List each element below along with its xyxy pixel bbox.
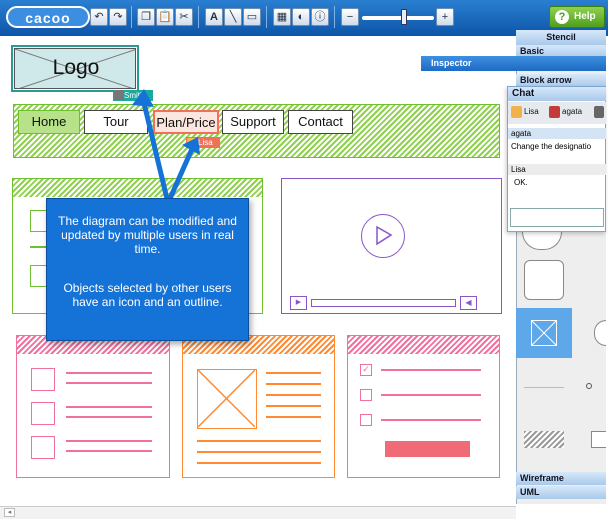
text-line [381, 394, 481, 396]
avatar [549, 106, 560, 118]
text-tool-icon[interactable]: A [205, 8, 223, 26]
image-placeholder [197, 369, 257, 429]
toolbar-separator [198, 6, 199, 28]
nav-tab-home[interactable]: Home [18, 110, 80, 134]
tooltip-text-2: Objects selected by other users have an … [63, 281, 232, 309]
text-line [266, 416, 321, 418]
inspector-title-bar[interactable]: Inspector [421, 56, 606, 71]
toolbar-separator [131, 6, 132, 28]
tooltip-text-1: The diagram can be modified and updated … [58, 214, 237, 256]
image-placeholder-icon [31, 402, 55, 425]
checkbox[interactable] [360, 389, 372, 401]
stencil-shape-rounded-rect[interactable] [524, 260, 564, 300]
stencil-shape-radio[interactable] [586, 383, 592, 389]
logo-label: Logo [52, 56, 100, 79]
checkbox[interactable] [360, 414, 372, 426]
layout-icon[interactable]: ▦ [273, 8, 291, 26]
stencil-category-uml[interactable]: UML [516, 486, 606, 499]
horizontal-scrollbar[interactable] [0, 506, 516, 519]
text-line [381, 419, 481, 421]
info-tooltip: The diagram can be modified and updated … [46, 198, 249, 341]
tooltip-pointer-arrows [132, 89, 200, 205]
text-line [266, 394, 321, 396]
text-line [66, 372, 152, 374]
video-progress-bar[interactable] [311, 299, 456, 307]
cut-icon[interactable]: ✂ [175, 8, 193, 26]
chat-message-text: Change the designatio [511, 142, 592, 151]
copy-icon[interactable]: ❐ [137, 8, 155, 26]
info-icon[interactable]: ⓘ [311, 8, 329, 26]
redo-icon[interactable]: ↷ [109, 8, 127, 26]
image-placeholder-icon [31, 436, 55, 459]
text-line [66, 382, 152, 384]
text-line [266, 405, 321, 407]
zoom-in-icon[interactable]: + [436, 8, 454, 26]
image-tool-icon[interactable]: ▭ [243, 8, 261, 26]
chat-message-author: agata [508, 128, 606, 139]
undo-icon[interactable]: ↶ [90, 8, 108, 26]
paste-icon[interactable]: 📋 [156, 8, 174, 26]
avatar [511, 106, 522, 118]
submit-button[interactable] [385, 441, 470, 457]
toolbar-separator [266, 6, 267, 28]
zoom-slider-handle[interactable] [401, 9, 407, 25]
image-placeholder-icon [31, 368, 55, 391]
play-button[interactable] [361, 214, 405, 258]
text-line [266, 372, 321, 374]
nav-tab-support[interactable]: Support [222, 110, 284, 134]
logo-placeholder[interactable]: Logo [14, 48, 136, 89]
stencil-category-wireframe[interactable]: Wireframe [516, 472, 606, 485]
text-line [266, 383, 321, 385]
chat-message-text: OK. [514, 178, 528, 187]
stencil-shape-partial[interactable] [591, 431, 606, 448]
stencil-title: Stencil [516, 30, 606, 45]
chat-input[interactable] [510, 208, 604, 227]
text-line [66, 450, 152, 452]
help-icon: ? [555, 10, 569, 24]
chat-title[interactable]: Chat [508, 87, 606, 101]
stencil-shape-hatched[interactable] [524, 431, 564, 448]
stencil-shape-line[interactable] [524, 387, 564, 388]
text-line [197, 440, 321, 442]
image-placeholder-icon [198, 370, 255, 427]
video-play-small-icon[interactable]: ▶ [290, 296, 307, 310]
color-icon[interactable]: ◐ [292, 8, 310, 26]
chat-message-author: Lisa [508, 164, 606, 175]
scroll-left-icon[interactable]: ◂ [4, 508, 15, 517]
text-line [381, 369, 481, 371]
volume-icon[interactable]: ◀ [460, 296, 477, 310]
block-header [348, 336, 499, 354]
checkbox-checked[interactable]: ✓ [360, 364, 372, 376]
zoom-slider-track[interactable] [362, 16, 434, 20]
text-line [197, 451, 321, 453]
text-line [197, 462, 321, 464]
avatar [594, 106, 604, 118]
image-placeholder-icon [531, 320, 557, 346]
zoom-out-icon[interactable]: − [341, 8, 359, 26]
play-icon [376, 225, 393, 246]
app-logo: cacoo [6, 6, 90, 28]
line-tool-icon[interactable]: ╲ [224, 8, 242, 26]
nav-tab-contact[interactable]: Contact [288, 110, 353, 134]
text-line [66, 416, 152, 418]
text-line [66, 406, 152, 408]
text-line [66, 440, 152, 442]
toolbar-separator [334, 6, 335, 28]
chat-user-name: Lisa [524, 107, 539, 116]
chat-user-name: agata [562, 107, 583, 116]
